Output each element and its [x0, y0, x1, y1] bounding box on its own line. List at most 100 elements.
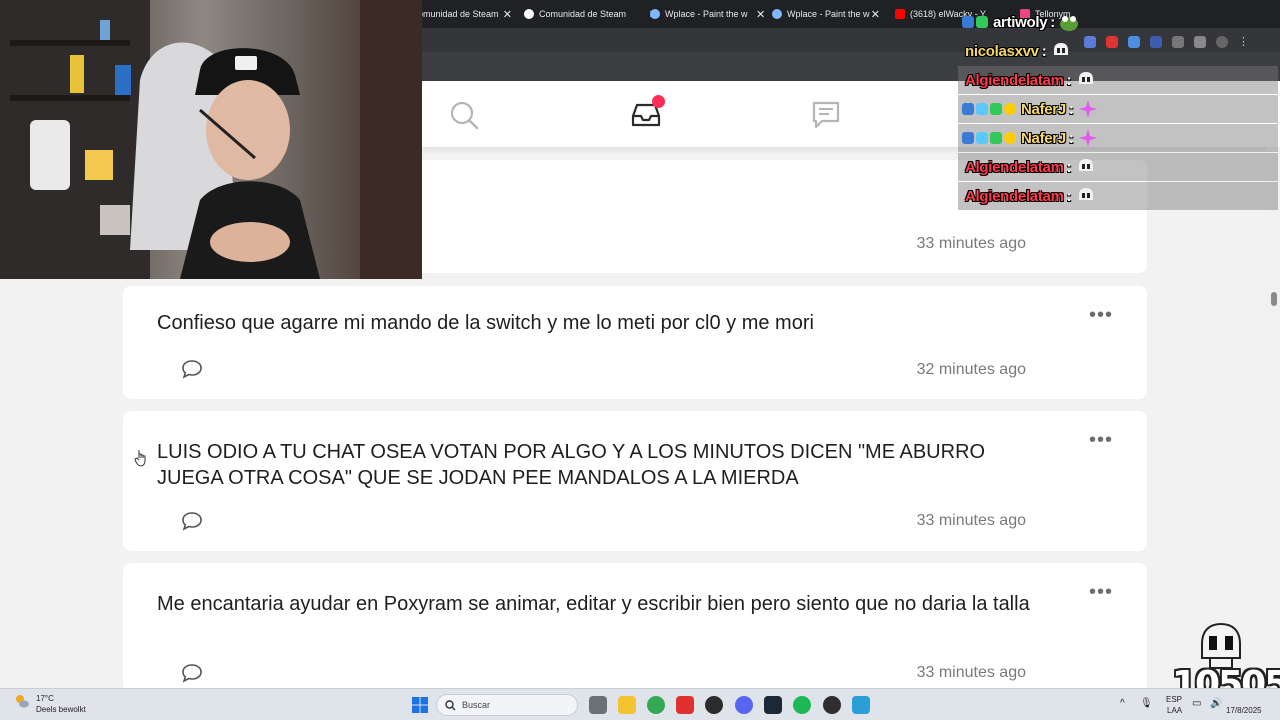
weather-description: Deels bewolkt — [36, 705, 86, 714]
skull-overlay-icon — [1201, 622, 1241, 669]
windows-logo-icon — [412, 697, 428, 713]
badge-icon — [962, 132, 974, 144]
message-text: LUIS ODIO A TU CHAT OSEA VOTAN POR ALGO … — [157, 441, 986, 489]
page-scrollbar[interactable] — [1266, 147, 1280, 688]
partly-cloudy-icon — [16, 695, 29, 708]
youtube-icon — [895, 9, 905, 19]
close-tab-icon[interactable]: ✕ — [756, 8, 765, 21]
badge-icon — [1004, 132, 1016, 144]
skull-emote-icon — [1053, 43, 1068, 55]
badge-icon — [962, 103, 974, 115]
close-tab-icon[interactable]: ✕ — [871, 8, 880, 21]
task-view-icon[interactable] — [589, 696, 607, 714]
webcam-overlay — [0, 0, 422, 279]
notepad-icon[interactable] — [852, 696, 870, 714]
spotify-icon[interactable] — [793, 696, 811, 714]
chat-message: artiwoly : — [958, 8, 1278, 36]
comment-icon — [182, 360, 202, 379]
chat-username: Algiendelatam — [965, 158, 1064, 176]
network-icon[interactable]: ▭ — [1192, 699, 1201, 709]
hand-cursor-icon — [134, 450, 146, 467]
chat-username: Algiendelatam — [965, 187, 1064, 205]
search-icon — [450, 101, 479, 130]
chat-message: NaferJ : — [958, 95, 1278, 123]
microphone-icon[interactable]: 🎙 — [1140, 699, 1153, 709]
message-text: Me encantaria ayudar en Poxyram se anima… — [157, 593, 1030, 615]
inbox-nav-button[interactable] — [630, 95, 665, 131]
browser-tab[interactable]: omunidad de Steam ✕ — [418, 4, 514, 24]
chevron-up-icon[interactable]: ^ — [1120, 699, 1125, 709]
badge-icon — [990, 132, 1002, 144]
message-card: LUIS ODIO A TU CHAT OSEA VOTAN POR ALGO … — [123, 411, 1147, 551]
message-card: Confieso que agarre mi mando de la switc… — [123, 286, 1147, 399]
chat-username: artiwoly — [993, 13, 1048, 31]
comment-icon — [182, 664, 202, 683]
windows-start-button[interactable] — [411, 696, 429, 714]
chat-message: Algiendelatam : — [958, 153, 1278, 181]
message-timestamp: 33 minutes ago — [916, 235, 1026, 252]
chrome-icon[interactable] — [647, 696, 665, 714]
language-indicator[interactable]: ESP — [1166, 695, 1182, 705]
streamer-webcam-image — [0, 0, 422, 279]
more-options-button[interactable]: ••• — [1089, 582, 1113, 602]
language-region: LAA — [1167, 706, 1183, 715]
messages-nav-button[interactable] — [810, 99, 842, 131]
windows-taskbar: 17°C Deels bewolkt Buscar ^ 🎙 ESP LAA ▭ … — [0, 688, 1280, 720]
message-card: Me encantaria ayudar en Poxyram se anima… — [123, 563, 1147, 693]
badge-icon — [976, 103, 988, 115]
file-explorer-icon[interactable] — [618, 696, 636, 714]
weather-temperature: 17°C — [36, 694, 54, 703]
chat-message: Algiendelatam : — [958, 182, 1278, 210]
chat-message: NaferJ : — [958, 124, 1278, 152]
message-timestamp: 33 minutes ago — [916, 664, 1026, 681]
steam-icon[interactable] — [764, 696, 782, 714]
skull-emote-icon — [1078, 72, 1093, 84]
scrollbar-thumb[interactable] — [1271, 292, 1277, 306]
volume-icon[interactable]: 🔊 — [1210, 699, 1222, 709]
badge-icon — [962, 16, 974, 28]
sparkle-emote-icon — [1078, 100, 1097, 118]
close-tab-icon[interactable]: ✕ — [503, 8, 512, 21]
reply-button[interactable] — [181, 663, 203, 683]
notification-dot — [652, 95, 665, 108]
sparkle-emote-icon — [1078, 129, 1097, 147]
chat-message: Algiendelatam : — [958, 66, 1278, 94]
frog-emote-icon — [1060, 16, 1079, 31]
weather-widget[interactable]: 17°C Deels bewolkt — [14, 693, 86, 715]
badge-icon — [976, 16, 988, 28]
badge-icon — [990, 103, 1002, 115]
browser-tab[interactable]: Wplace - Paint the w — [650, 4, 765, 24]
date-display[interactable]: 17/8/2025 — [1226, 706, 1262, 716]
reply-button[interactable] — [181, 511, 203, 531]
message-timestamp: 32 minutes ago — [916, 361, 1026, 378]
chat-username: NaferJ — [1021, 100, 1066, 118]
search-nav-button[interactable] — [449, 99, 481, 131]
badge-icon — [1004, 103, 1016, 115]
xbox-icon[interactable] — [705, 696, 723, 714]
app-icon[interactable] — [676, 696, 694, 714]
reply-button[interactable] — [181, 359, 203, 379]
steam-icon — [524, 9, 534, 19]
discord-icon[interactable] — [735, 696, 753, 714]
wplace-icon — [772, 9, 782, 19]
messages-icon — [812, 101, 840, 129]
more-options-button[interactable]: ••• — [1089, 305, 1113, 325]
taskbar-search[interactable]: Buscar — [436, 694, 578, 716]
system-tray: ^ 🎙 ESP LAA ▭ 🔊 17/8/2025 — [1120, 693, 1280, 717]
more-options-button[interactable]: ••• — [1089, 430, 1113, 450]
message-text: Confieso que agarre mi mando de la switc… — [157, 312, 814, 334]
stream-chat-overlay: artiwoly : nicolasxvv : Algiendelatam : … — [958, 8, 1278, 212]
search-icon — [445, 699, 456, 710]
chat-username: NaferJ — [1021, 129, 1066, 147]
skull-emote-icon — [1078, 159, 1093, 171]
chat-username: Algiendelatam — [965, 71, 1064, 89]
chat-message: nicolasxvv : — [958, 37, 1278, 65]
skull-emote-icon — [1078, 188, 1093, 200]
browser-tab[interactable]: ✕ Wplace - Paint the w ✕ — [756, 4, 884, 24]
chat-username: nicolasxvv — [965, 42, 1039, 60]
comment-icon — [182, 512, 202, 531]
browser-tab[interactable]: Comunidad de Steam ✕ — [524, 4, 666, 24]
obs-icon[interactable] — [823, 696, 841, 714]
wplace-icon — [650, 9, 660, 19]
message-timestamp: 33 minutes ago — [916, 512, 1026, 529]
